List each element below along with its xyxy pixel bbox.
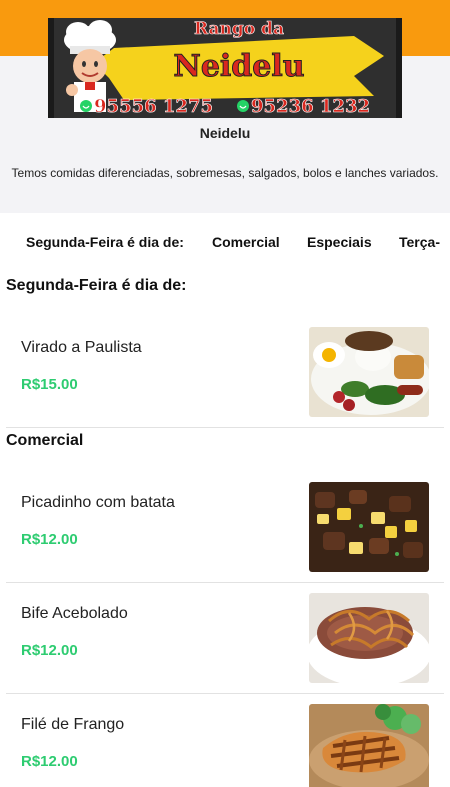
category-tab-especiais[interactable]: Especiais [307, 234, 372, 250]
section-title-comercial: Comercial [6, 432, 84, 449]
item-photo-picadinho [309, 482, 429, 572]
banner-line2: Neidelu [173, 49, 304, 84]
item-photo-bife-acebolado [309, 593, 429, 683]
item-price: R$12.00 [21, 531, 78, 548]
banner-phone2: 95236 1232 [251, 96, 370, 117]
category-tab-terca[interactable]: Terça- [399, 234, 440, 250]
menu-item[interactable]: Bife Acebolado R$12.00 [6, 583, 444, 694]
category-tab-segunda[interactable]: Segunda-Feira é dia de: [26, 234, 184, 250]
item-name: Bife Acebolado [21, 605, 128, 622]
item-photo-virado-a-paulista [309, 327, 429, 417]
banner-line1: Rango da [194, 19, 284, 39]
menu-item[interactable]: Virado a Paulista R$15.00 [6, 316, 444, 428]
item-price: R$12.00 [21, 642, 78, 659]
category-nav[interactable]: Segunda-Feira é dia de: Comercial Especi… [0, 213, 450, 269]
item-price: R$12.00 [21, 753, 78, 770]
item-photo-file-de-frango [309, 704, 429, 787]
section-title-segunda: Segunda-Feira é dia de: [6, 277, 187, 294]
banner-phone1: 95556 1275 [94, 96, 213, 117]
menu-item[interactable]: Picadinho com batata R$12.00 [6, 471, 444, 583]
store-banner-logo: Rango da Neidelu 95556 1275 95236 1232 [48, 18, 402, 118]
item-name: Picadinho com batata [21, 494, 175, 511]
item-price: R$15.00 [21, 376, 78, 393]
store-name: Neidelu [199, 125, 251, 141]
item-name: Filé de Frango [21, 716, 125, 733]
store-description: Temos comidas diferenciadas, sobremesas,… [11, 166, 439, 180]
menu-item[interactable]: Filé de Frango R$12.00 [6, 694, 444, 787]
item-name: Virado a Paulista [21, 339, 142, 356]
category-tab-comercial[interactable]: Comercial [212, 234, 280, 250]
